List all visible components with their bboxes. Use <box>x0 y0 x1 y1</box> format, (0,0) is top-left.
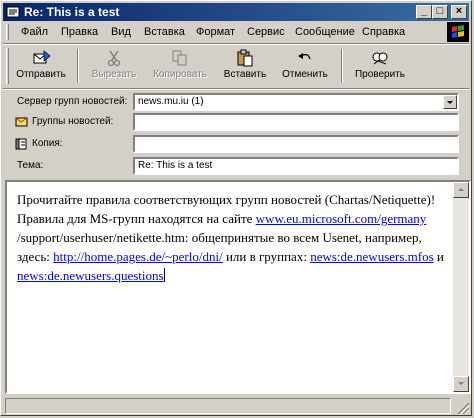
subject-label: Тема: <box>17 160 44 171</box>
groups-label: Группы новостей: <box>32 116 114 127</box>
scroll-up-button[interactable] <box>453 182 469 198</box>
send-label: Отправить <box>16 69 66 80</box>
text-cursor <box>163 268 165 282</box>
body-link-microsoft[interactable]: www.eu.microsoft.com/germany <box>256 211 427 226</box>
vertical-scrollbar[interactable] <box>453 182 469 392</box>
undo-label: Отменить <box>282 69 328 80</box>
maximize-button[interactable]: □ <box>432 5 448 19</box>
resize-grip-icon[interactable] <box>456 401 469 414</box>
toolbar-separator <box>77 49 79 83</box>
scroll-down-button[interactable] <box>453 376 469 392</box>
subject-field[interactable]: Re: This is a test <box>133 157 459 175</box>
newsgroup-post-icon <box>6 6 20 18</box>
paste-icon <box>237 49 253 67</box>
copy-label: Копировать <box>153 69 207 80</box>
message-body[interactable]: Прочитайте правила соответствующих групп… <box>5 180 471 394</box>
body-text-3: или в группах: <box>222 249 311 264</box>
body-link-newusers-questions[interactable]: news:de.newusers.questions <box>17 268 164 283</box>
server-value: news.mu.iu (1) <box>138 96 204 107</box>
menu-tools[interactable]: Сервис <box>247 25 285 39</box>
toolbar-grip[interactable] <box>6 48 9 84</box>
message-text[interactable]: Прочитайте правила соответствующих групп… <box>17 190 447 285</box>
windows-logo-icon <box>447 22 469 42</box>
menu-bar: Файл Правка Вид Вставка Формат Сервис Со… <box>3 22 469 42</box>
subject-value: Re: This is a test <box>138 160 213 171</box>
check-button[interactable]: Проверить <box>349 47 411 85</box>
server-label: Сервер групп новостей: <box>17 96 128 107</box>
send-button[interactable]: Отправить <box>13 47 69 85</box>
server-combo[interactable]: news.mu.iu (1) <box>133 93 459 111</box>
compose-window: Re: This is a test _ □ × Файл Правка Вид… <box>0 0 472 416</box>
body-text-4: и <box>433 249 444 264</box>
toolbar-separator <box>341 49 343 83</box>
copy-button[interactable]: Копировать <box>147 47 213 85</box>
toolbar-separator-bottom <box>3 88 469 90</box>
copy-icon <box>172 50 187 66</box>
cc-field[interactable] <box>133 135 459 153</box>
status-bar <box>5 397 469 415</box>
undo-button[interactable]: Отменить <box>277 47 333 85</box>
status-panel <box>5 398 451 414</box>
cut-button[interactable]: Вырезать <box>87 47 141 85</box>
menu-file[interactable]: Файл <box>21 25 48 39</box>
window-title: Re: This is a test <box>24 5 120 19</box>
check-label: Проверить <box>354 69 405 80</box>
toolbar: Отправить Вырезать Копировать Вставить О… <box>3 45 469 87</box>
scissors-icon <box>107 50 121 67</box>
paste-button[interactable]: Вставить <box>219 47 271 85</box>
title-bar[interactable]: Re: This is a test _ □ × <box>3 3 469 21</box>
body-link-homepage[interactable]: http://home.pages.de/~perlo/dni/ <box>53 249 223 264</box>
menu-format[interactable]: Формат <box>196 25 235 39</box>
menu-grip[interactable] <box>6 24 9 40</box>
menu-edit[interactable]: Правка <box>61 25 98 39</box>
body-link-newusers-mfos[interactable]: news:de.newusers.mfos <box>310 249 433 264</box>
cut-label: Вырезать <box>91 69 137 80</box>
menu-message[interactable]: Сообщение <box>295 25 355 39</box>
paste-label: Вставить <box>223 69 267 80</box>
newsgroups-icon[interactable] <box>15 116 28 128</box>
cc-label: Копия: <box>32 138 63 149</box>
address-book-icon[interactable] <box>15 138 28 150</box>
close-button[interactable]: × <box>451 5 467 19</box>
minimize-button[interactable]: _ <box>416 5 432 19</box>
menu-insert[interactable]: Вставка <box>144 25 185 39</box>
send-icon <box>33 50 51 64</box>
chevron-down-icon[interactable] <box>443 95 457 109</box>
groups-field[interactable] <box>133 113 459 131</box>
spell-check-icon <box>372 52 388 65</box>
menu-help[interactable]: Справка <box>362 25 405 39</box>
menu-view[interactable]: Вид <box>111 25 131 39</box>
undo-icon <box>298 53 311 60</box>
